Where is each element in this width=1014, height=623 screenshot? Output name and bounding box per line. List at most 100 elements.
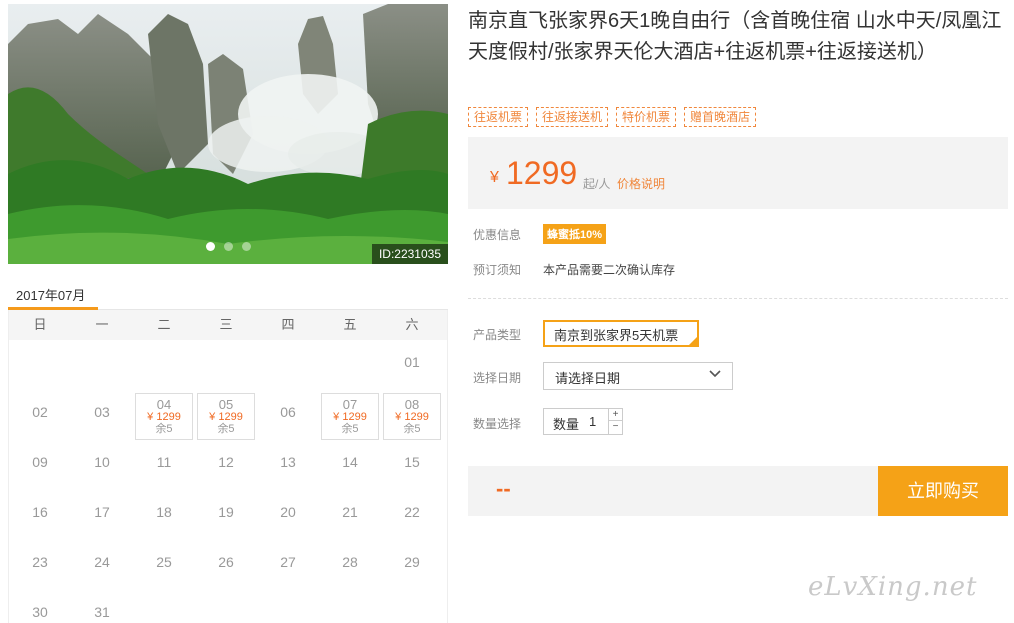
calendar-day: 29 [381, 540, 443, 590]
calendar-day[interactable]: 04 ¥ 1299 余5 [135, 393, 193, 440]
chevron-down-icon [708, 366, 722, 383]
quantity-increase-button[interactable]: + [609, 409, 622, 421]
carousel-dot[interactable] [206, 242, 215, 251]
day-number: 11 [156, 454, 172, 470]
calendar-day: 22 [381, 490, 443, 540]
calendar-day: 28 [319, 540, 381, 590]
day-number: 05 [218, 397, 234, 412]
day-number: 09 [32, 454, 48, 470]
calendar-day: 20 [257, 490, 319, 540]
product-tag: 赠首晚酒店 [684, 107, 757, 127]
price-value: 1299 [506, 155, 578, 191]
calendar-empty-cell [319, 590, 381, 623]
day-stock: 余5 [155, 423, 173, 435]
price-note-link[interactable]: 价格说明 [617, 175, 665, 192]
calendar-day: 18 [133, 490, 195, 540]
carousel-dot[interactable] [242, 242, 251, 251]
day-number: 31 [94, 604, 110, 620]
day-price: ¥ 1299 [209, 411, 243, 423]
calendar-day: 19 [195, 490, 257, 540]
quantity-section-label: 数量选择 [473, 417, 522, 431]
date-placeholder: 请选择日期 [555, 371, 621, 386]
calendar-day: 30 [9, 590, 71, 623]
quantity-value[interactable]: 1 [589, 414, 596, 429]
calendar-day: 12 [195, 440, 257, 490]
weekday-label: 日 [33, 317, 47, 332]
photo-id-label: ID:2231035 [371, 244, 448, 264]
day-number: 03 [94, 404, 110, 420]
product-title: 南京直飞张家界6天1晚自由行（含首晚住宿 山水中天/凤凰江天度假村/张家界天伦大… [468, 10, 1002, 63]
quantity-stepper: 数量 1 + − [543, 408, 623, 435]
tab-month[interactable]: 2017年07月 [8, 276, 98, 310]
notice-text: 本产品需要二次确认库存 [543, 263, 676, 277]
date-select[interactable]: 请选择日期 [543, 362, 733, 390]
day-number: 30 [32, 604, 48, 620]
calendar-day: 17 [71, 490, 133, 540]
product-type-label: 产品类型 [473, 328, 522, 342]
product-type-option[interactable]: 南京到张家界5天机票 [543, 320, 699, 347]
notice-label: 预订须知 [473, 263, 522, 277]
day-number: 10 [94, 454, 110, 470]
product-photo[interactable]: ID:2231035 [8, 4, 448, 264]
total-bar: -- [468, 466, 878, 516]
calendar-empty-cell [195, 340, 257, 390]
day-number: 25 [156, 554, 172, 570]
day-number: 17 [94, 504, 110, 520]
day-number: 14 [342, 454, 358, 470]
buy-now-button[interactable]: 立即购买 [878, 466, 1008, 516]
day-number: 18 [156, 504, 172, 520]
calendar-day: 26 [195, 540, 257, 590]
day-number: 21 [342, 504, 358, 520]
calendar-empty-cell [381, 590, 443, 623]
day-number: 15 [404, 454, 420, 470]
day-stock: 余5 [217, 423, 235, 435]
price-calendar: 2017年07月 日一二三四五六 01 02 03 04 ¥ 1299 余5 05 ¥ 129… [8, 276, 448, 623]
calendar-day[interactable]: 07 ¥ 1299 余5 [321, 393, 379, 440]
day-number: 06 [280, 404, 296, 420]
calendar-empty-cell [133, 590, 195, 623]
day-number: 26 [218, 554, 234, 570]
calendar-day: 27 [257, 540, 319, 590]
product-tag: 往返机票 [468, 107, 529, 127]
calendar-day: 11 [133, 440, 195, 490]
day-number: 27 [280, 554, 296, 570]
day-number: 02 [32, 404, 48, 420]
weekday-label: 六 [405, 317, 419, 332]
day-stock: 余5 [403, 423, 421, 435]
day-number: 01 [404, 354, 420, 370]
day-number: 16 [32, 504, 48, 520]
carousel-dots [206, 242, 251, 251]
calendar-day: 15 [381, 440, 443, 490]
day-number: 19 [218, 504, 234, 520]
date-label: 选择日期 [473, 371, 522, 385]
calendar-day: 01 [381, 340, 443, 390]
calendar-day: 21 [319, 490, 381, 540]
quantity-decrease-button[interactable]: − [609, 421, 622, 433]
calendar-empty-cell [257, 590, 319, 623]
calendar-empty-cell [319, 340, 381, 390]
mountain-landscape-image [8, 4, 448, 264]
day-price: ¥ 1299 [333, 411, 367, 423]
day-number: 20 [280, 504, 296, 520]
day-number: 28 [342, 554, 358, 570]
calendar-day: 09 [9, 440, 71, 490]
calendar-day: 06 [257, 390, 319, 440]
calendar-day: 24 [71, 540, 133, 590]
calendar-day: 02 [9, 390, 71, 440]
weekday-label: 三 [219, 317, 233, 332]
day-price: ¥ 1299 [147, 411, 181, 423]
day-number: 22 [404, 504, 420, 520]
calendar-day: 25 [133, 540, 195, 590]
selected-check-icon [689, 337, 697, 345]
total-price: -- [496, 476, 511, 501]
day-number: 12 [218, 454, 234, 470]
calendar-day[interactable]: 05 ¥ 1299 余5 [197, 393, 255, 440]
price-unit: 起/人 [583, 177, 611, 191]
calendar-empty-cell [9, 340, 71, 390]
day-stock: 余5 [341, 423, 359, 435]
calendar-day[interactable]: 08 ¥ 1299 余5 [383, 393, 441, 440]
carousel-dot[interactable] [224, 242, 233, 251]
calendar-day: 23 [9, 540, 71, 590]
product-tags: 往返机票 往返接送机 特价机票 赠首晚酒店 [468, 107, 757, 127]
day-number: 08 [404, 397, 420, 412]
